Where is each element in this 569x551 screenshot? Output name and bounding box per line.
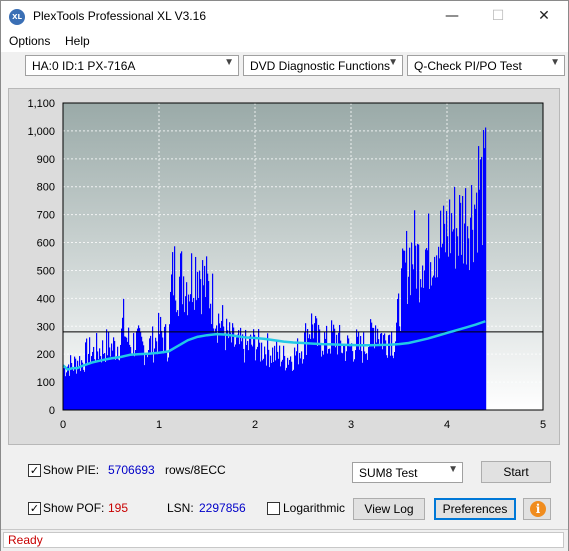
status-field: Ready bbox=[3, 532, 564, 548]
y-tick-label: 800 bbox=[37, 182, 55, 194]
pi-po-chart: 0 100 200 300 400 500 600 700 800 900 1,000 1,100 0 1… bbox=[27, 98, 546, 431]
y-tick-label: 1,100 bbox=[27, 98, 55, 110]
start-button[interactable]: Start bbox=[481, 461, 551, 483]
show-pof-label: Show POF: bbox=[43, 501, 105, 515]
toolbar: HA:0 ID:1 PX-716A ▼ DVD Diagnostic Funct… bbox=[1, 52, 568, 82]
menu-options[interactable]: Options bbox=[9, 34, 50, 48]
chevron-down-icon: ▼ bbox=[224, 57, 234, 68]
info-icon: i bbox=[530, 501, 546, 517]
status-text: Ready bbox=[8, 533, 43, 547]
logarithmic-checkbox[interactable] bbox=[267, 502, 280, 515]
chevron-down-icon: ▼ bbox=[388, 57, 398, 68]
chevron-down-icon: ▼ bbox=[550, 57, 560, 68]
minimize-button[interactable]: — bbox=[429, 1, 475, 32]
pie-unit: rows/8ECC bbox=[165, 463, 226, 477]
info-button[interactable]: i bbox=[523, 498, 551, 520]
test-select-value: Q-Check PI/PO Test bbox=[414, 59, 522, 73]
x-tick-label: 2 bbox=[252, 419, 258, 431]
function-select-value: DVD Diagnostic Functions bbox=[250, 59, 391, 73]
y-tick-label: 300 bbox=[37, 321, 55, 333]
show-pof-checkbox[interactable]: ✓ bbox=[28, 502, 41, 515]
title-bar: XL PlexTools Professional XL V3.16 — ☐ ✕ bbox=[1, 1, 568, 32]
sum-test-select[interactable]: SUM8 Test ▼ bbox=[352, 462, 463, 483]
status-bar: Ready bbox=[1, 529, 568, 551]
drive-select-value: HA:0 ID:1 PX-716A bbox=[32, 59, 136, 73]
bottom-panel: ✓ Show PIE: 5706693 rows/8ECC SUM8 Test … bbox=[8, 450, 560, 525]
y-tick-label: 500 bbox=[37, 265, 55, 277]
lsn-value: 2297856 bbox=[199, 501, 246, 515]
x-tick-label: 1 bbox=[156, 419, 162, 431]
sum-test-value: SUM8 Test bbox=[359, 466, 418, 480]
show-pie-checkbox[interactable]: ✓ bbox=[28, 464, 41, 477]
main-window: XL PlexTools Professional XL V3.16 — ☐ ✕… bbox=[0, 0, 569, 551]
view-log-button[interactable]: View Log bbox=[353, 498, 425, 520]
lsn-label: LSN: bbox=[167, 501, 194, 515]
close-button[interactable]: ✕ bbox=[521, 1, 567, 32]
x-tick-label: 4 bbox=[444, 419, 450, 431]
chart-panel: 0 100 200 300 400 500 600 700 800 900 1,000 1,100 0 1… bbox=[8, 88, 560, 445]
x-tick-label: 0 bbox=[60, 419, 66, 431]
menu-help[interactable]: Help bbox=[65, 34, 90, 48]
x-tick-label: 5 bbox=[540, 419, 546, 431]
pie-bar bbox=[485, 127, 487, 410]
y-tick-label: 900 bbox=[37, 154, 55, 166]
chevron-down-icon: ▼ bbox=[448, 464, 458, 475]
drive-select[interactable]: HA:0 ID:1 PX-716A ▼ bbox=[25, 55, 239, 76]
test-select[interactable]: Q-Check PI/PO Test ▼ bbox=[407, 55, 565, 76]
pof-value: 195 bbox=[108, 501, 129, 515]
y-tick-label: 600 bbox=[37, 238, 55, 250]
show-pie-label: Show PIE: bbox=[43, 463, 100, 477]
function-select[interactable]: DVD Diagnostic Functions ▼ bbox=[243, 55, 403, 76]
app-logo-icon: XL bbox=[9, 9, 25, 25]
pie-value: 5706693 bbox=[108, 463, 155, 477]
x-tick-label: 3 bbox=[348, 419, 354, 431]
y-tick-label: 700 bbox=[37, 210, 55, 222]
preferences-button[interactable]: Preferences bbox=[434, 498, 516, 520]
menu-bar: Options Help bbox=[1, 32, 568, 52]
y-tick-label: 1,000 bbox=[27, 126, 55, 138]
y-tick-label: 200 bbox=[37, 349, 55, 361]
y-tick-label: 0 bbox=[49, 405, 55, 417]
maximize-button[interactable]: ☐ bbox=[475, 1, 521, 32]
logarithmic-label: Logarithmic bbox=[283, 501, 346, 515]
window-title: PlexTools Professional XL V3.16 bbox=[33, 9, 206, 23]
y-tick-label: 400 bbox=[37, 293, 55, 305]
y-tick-label: 100 bbox=[37, 377, 55, 389]
